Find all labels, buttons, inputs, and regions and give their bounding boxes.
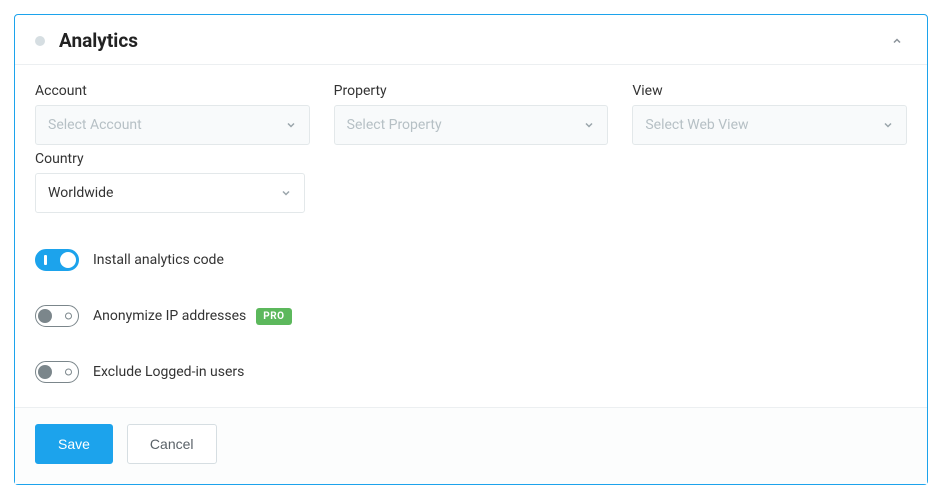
install-code-row: Install analytics code (35, 249, 907, 271)
country-field: Country Worldwide (35, 151, 305, 213)
panel-footer: Save Cancel (15, 407, 927, 484)
account-field: Account Select Account (35, 83, 310, 145)
chevron-down-icon (583, 119, 595, 131)
toggle-on-indicator (44, 255, 47, 265)
property-select[interactable]: Select Property (334, 105, 609, 145)
chevron-down-icon (285, 119, 297, 131)
exclude-loggedin-toggle[interactable] (35, 361, 79, 383)
account-label: Account (35, 83, 310, 99)
toggles-section: Install analytics code Anonymize IP addr… (35, 249, 907, 383)
analytics-panel: Analytics Account Select Account Propert… (14, 14, 928, 485)
property-label: Property (334, 83, 609, 99)
toggle-knob (60, 252, 76, 268)
property-field: Property Select Property (334, 83, 609, 145)
panel-header[interactable]: Analytics (15, 15, 927, 65)
exclude-loggedin-row: Exclude Logged-in users (35, 361, 907, 383)
panel-body: Account Select Account Property Select P… (15, 65, 927, 407)
toggle-knob (38, 309, 52, 323)
account-select[interactable]: Select Account (35, 105, 310, 145)
exclude-loggedin-label: Exclude Logged-in users (93, 364, 244, 380)
field-row-1: Account Select Account Property Select P… (35, 83, 907, 145)
view-label: View (632, 83, 907, 99)
toggle-off-indicator (65, 313, 72, 320)
country-select[interactable]: Worldwide (35, 173, 305, 213)
view-field: View Select Web View (632, 83, 907, 145)
toggle-knob (38, 365, 52, 379)
view-select[interactable]: Select Web View (632, 105, 907, 145)
panel-title: Analytics (59, 29, 887, 52)
country-value: Worldwide (48, 185, 113, 201)
install-code-label: Install analytics code (93, 252, 224, 268)
country-label: Country (35, 151, 305, 167)
anonymize-ip-row: Anonymize IP addresses PRO (35, 305, 907, 327)
chevron-up-icon[interactable] (887, 31, 907, 51)
pro-badge: PRO (256, 308, 291, 325)
account-placeholder: Select Account (48, 117, 142, 133)
view-placeholder: Select Web View (645, 117, 748, 133)
cancel-button[interactable]: Cancel (127, 424, 217, 464)
anonymize-ip-toggle[interactable] (35, 305, 79, 327)
chevron-down-icon (882, 119, 894, 131)
chevron-down-icon (280, 187, 292, 199)
property-placeholder: Select Property (347, 117, 442, 133)
install-code-toggle[interactable] (35, 249, 79, 271)
field-row-2: Country Worldwide (35, 151, 907, 213)
anonymize-ip-label: Anonymize IP addresses (93, 308, 246, 324)
save-button[interactable]: Save (35, 424, 113, 464)
header-status-dot (35, 36, 45, 46)
toggle-off-indicator (65, 369, 72, 376)
